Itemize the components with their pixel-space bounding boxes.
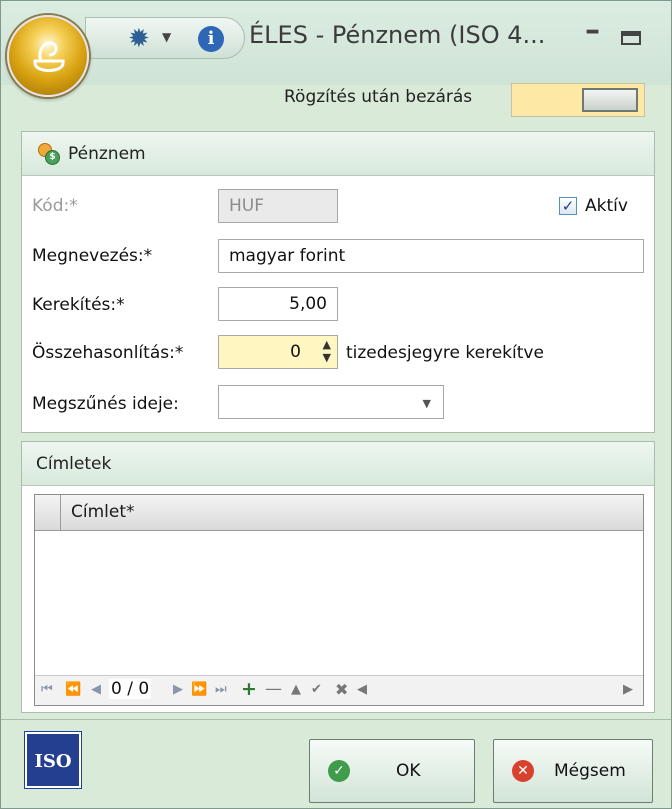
kerekites-field[interactable]: 5,00 [218,287,338,321]
record-position: 0 / 0 [109,679,152,699]
osszehasonlitas-value: 0 [290,342,301,362]
chevron-down-icon[interactable]: ▼ [162,30,171,44]
scroll-left-icon[interactable]: ◀ [357,682,367,697]
post-edit-icon[interactable]: ✔ [311,682,322,697]
quick-access-toolbar: ✹ ▼ i [85,17,245,59]
maximize-button[interactable] [621,31,641,45]
delete-record-icon[interactable]: — [265,679,282,699]
row-indicator-header [35,495,61,530]
close-icon: ✕ [512,760,534,782]
grid-header: Címlet* [35,495,643,531]
scroll-right-icon[interactable]: ▶ [623,682,633,697]
close-after-save-toggle[interactable] [511,83,645,117]
chevron-down-icon[interactable]: ▼ [423,388,431,418]
megnevezes-field[interactable]: magyar forint [218,239,644,273]
first-record-icon[interactable]: ⏮ [41,682,53,697]
ok-button[interactable]: ✓ OK [309,739,475,803]
cimletek-group: Címletek Címlet* ⏮ ⏪ ◀ 0 / 0 ▶ ⏩ ⏭ + — ▲… [21,441,655,713]
add-record-icon[interactable]: + [241,678,257,700]
aktiv-checkbox[interactable]: ✓ [559,197,577,215]
cimletek-group-header[interactable]: Címletek [22,442,654,486]
previous-record-icon[interactable]: ◀ [91,682,101,697]
cancel-button-label: Mégsem [554,761,626,781]
aktiv-label: Aktív [585,196,628,216]
cancel-edit-icon[interactable]: ✖ [335,680,348,699]
cimletek-grid[interactable]: Címlet* ⏮ ⏪ ◀ 0 / 0 ▶ ⏩ ⏭ + — ▲ ✔ ✖ ◀ ▶ [34,494,644,706]
kerekites-label: Kerekítés:* [32,295,125,315]
kod-field: HUF [218,189,338,223]
close-after-save-label: Rögzítés után bezárás [284,87,473,107]
button-bar: ISO ✓ OK ✕ Mégsem [1,719,671,809]
edit-record-icon[interactable]: ▲ [291,682,301,697]
last-record-icon[interactable]: ⏭ [215,682,227,697]
grid-navigator: ⏮ ⏪ ◀ 0 / 0 ▶ ⏩ ⏭ + — ▲ ✔ ✖ ◀ ▶ [35,675,643,705]
penznem-group-header[interactable]: $ Pénznem [22,132,654,176]
info-icon[interactable]: i [198,26,224,52]
ok-button-label: OK [396,761,421,781]
osszehasonlitas-spinner[interactable]: 0 ▲ ▼ [218,335,338,369]
penznem-group-title: Pénznem [68,143,146,164]
cancel-button[interactable]: ✕ Mégsem [493,739,653,803]
gear-icon[interactable]: ✹ [128,24,150,54]
toggle-knob[interactable] [582,88,638,112]
window-title: ÉLES - Pénznem (ISO 4... [249,21,546,49]
app-menu-orb[interactable] [7,15,89,97]
cimlet-column-header[interactable]: Címlet* [71,502,135,522]
previous-page-icon[interactable]: ⏪ [65,682,81,697]
app-logo-icon [33,41,65,72]
iso-logo: ISO [25,732,81,788]
next-page-icon[interactable]: ⏩ [191,682,207,697]
megszunes-date-field[interactable]: ▼ [218,385,444,419]
minimize-button[interactable]: – [585,13,600,48]
checkmark-icon: ✓ [328,760,350,782]
next-record-icon[interactable]: ▶ [173,682,183,697]
megszunes-label: Megszűnés ideje: [32,394,179,414]
megnevezes-label: Megnevezés:* [32,246,153,266]
osszehasonlitas-label: Összehasonlítás:* [32,343,184,363]
kod-label: Kód:* [32,196,78,216]
penznem-group: $ Pénznem Kód:* HUF ✓ Aktív Megnevezés:*… [21,131,655,433]
spinner-arrows-icon[interactable]: ▲ ▼ [323,338,331,364]
dialog-window: ✹ ▼ i ÉLES - Pénznem (ISO 4... – Rögzíté… [0,0,672,809]
cimletek-group-title: Címletek [36,453,112,474]
coins-icon: $ [38,142,60,165]
osszehasonlitas-suffix: tizedesjegyre kerekítve [346,343,544,363]
title-bar: ✹ ▼ i ÉLES - Pénznem (ISO 4... – [1,1,671,85]
